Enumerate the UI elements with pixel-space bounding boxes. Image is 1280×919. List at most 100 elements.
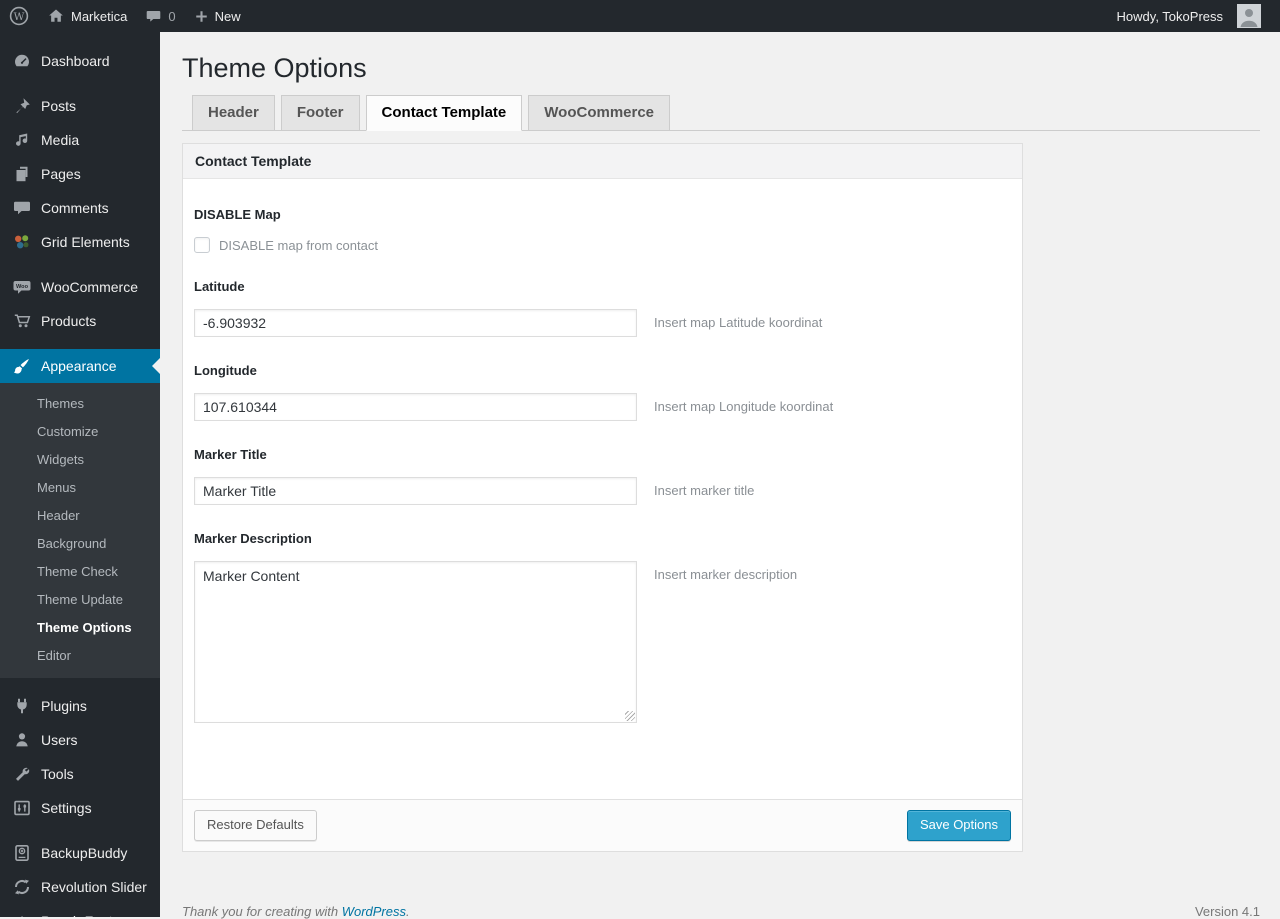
comment-bubble-icon xyxy=(145,8,162,25)
wordpress-logo-button[interactable]: W xyxy=(0,0,38,32)
menu-item-label: Tools xyxy=(41,766,74,782)
dashboard-icon xyxy=(12,51,32,71)
new-content-button[interactable]: New xyxy=(185,0,250,32)
sidebar-item-comments[interactable]: Comments xyxy=(0,191,160,225)
home-icon xyxy=(47,7,65,25)
menu-separator xyxy=(0,338,160,349)
sidebar-item-punch-fonts[interactable]: A Punch Fonts xyxy=(0,904,160,917)
menu-separator xyxy=(0,825,160,836)
field-marker-title: Marker Title Insert marker title xyxy=(194,447,1010,506)
submenu-item-customize[interactable]: Customize xyxy=(0,418,160,446)
sidebar-item-products[interactable]: Products xyxy=(0,304,160,338)
sidebar-item-media[interactable]: Media xyxy=(0,123,160,157)
menu-item-label: Comments xyxy=(41,200,109,216)
tab-contact-template[interactable]: Contact Template xyxy=(365,95,523,132)
tools-icon xyxy=(12,764,32,784)
sidebar-item-revolution-slider[interactable]: Revolution Slider xyxy=(0,870,160,904)
marker-title-input[interactable] xyxy=(194,477,637,506)
resize-grip-icon[interactable] xyxy=(625,711,635,722)
submenu-item-header[interactable]: Header xyxy=(0,502,160,530)
pages-icon xyxy=(12,164,32,184)
sidebar-item-tools[interactable]: Tools xyxy=(0,757,160,791)
disable-map-checkbox[interactable] xyxy=(194,237,210,254)
admin-bar-right: Howdy, TokoPress xyxy=(1108,0,1270,32)
site-name-link[interactable]: Marketica xyxy=(38,0,136,32)
submenu-item-menus[interactable]: Menus xyxy=(0,474,160,502)
marker-description-textarea[interactable] xyxy=(194,561,637,724)
sidebar-item-pages[interactable]: Pages xyxy=(0,157,160,191)
field-label: Marker Title xyxy=(194,447,267,463)
field-hint: Insert map Latitude koordinat xyxy=(654,315,823,331)
main-content: Theme Options Header Footer Contact Templa… xyxy=(160,32,1280,919)
textarea-wrapper xyxy=(194,561,637,724)
restore-defaults-button[interactable]: Restore Defaults xyxy=(194,810,317,841)
menu-item-label: Users xyxy=(41,732,78,748)
svg-text:Woo: Woo xyxy=(16,284,29,290)
fonts-icon: A xyxy=(12,911,32,917)
latitude-input[interactable] xyxy=(194,309,637,338)
sidebar-item-plugins[interactable]: Plugins xyxy=(0,689,160,723)
submenu-item-widgets[interactable]: Widgets xyxy=(0,446,160,474)
field-hint: Insert marker title xyxy=(654,483,755,499)
comments-shortcut[interactable]: 0 xyxy=(136,0,184,32)
svg-text:W: W xyxy=(14,11,25,23)
sidebar-item-backupbuddy[interactable]: BackupBuddy xyxy=(0,836,160,870)
field-control-row: Insert marker description xyxy=(194,561,1010,724)
sidebar-item-appearance[interactable]: Appearance xyxy=(0,349,160,383)
panel-header: Contact Template xyxy=(183,144,1022,180)
sidebar-item-posts[interactable]: Posts xyxy=(0,89,160,123)
users-icon xyxy=(12,730,32,750)
menu-item-label: Appearance xyxy=(41,358,117,374)
sidebar: Dashboard Posts Media Pages Comments Grid Ele… xyxy=(0,32,160,917)
panel-footer: Restore Defaults Save Options xyxy=(183,799,1022,851)
field-hint: Insert marker description xyxy=(654,567,798,583)
woocommerce-icon: Woo xyxy=(12,277,32,297)
menu-item-label: Products xyxy=(41,313,97,329)
menu-item-label: Plugins xyxy=(41,698,87,714)
pushpin-icon xyxy=(12,96,32,116)
sidebar-item-users[interactable]: Users xyxy=(0,723,160,757)
tab-woocommerce[interactable]: WooCommerce xyxy=(528,95,671,132)
menu-item-label: Punch Fonts xyxy=(41,913,120,917)
grid-elements-icon xyxy=(12,232,32,252)
submenu-item-background[interactable]: Background xyxy=(0,530,160,558)
submenu-item-theme-check[interactable]: Theme Check xyxy=(0,558,160,586)
account-menu[interactable]: Howdy, TokoPress xyxy=(1108,0,1270,32)
sidebar-item-grid-elements[interactable]: Grid Elements xyxy=(0,225,160,259)
longitude-input[interactable] xyxy=(194,393,637,422)
field-control-row: Insert map Latitude koordinat xyxy=(194,309,1010,338)
field-label: Latitude xyxy=(194,279,245,295)
plugin-icon xyxy=(12,696,32,716)
tab-footer[interactable]: Footer xyxy=(280,95,360,132)
page-title: Theme Options xyxy=(182,53,367,83)
submenu-item-themes[interactable]: Themes xyxy=(0,390,160,418)
field-control-row: Insert marker title xyxy=(194,477,1010,506)
field-disable-map: DISABLE Map DISABLE map from contact xyxy=(194,207,1010,254)
comment-count: 0 xyxy=(168,8,176,24)
menu-item-label: Settings xyxy=(41,800,92,816)
sidebar-item-settings[interactable]: Settings xyxy=(0,791,160,825)
backup-icon xyxy=(12,843,32,863)
field-label: DISABLE Map xyxy=(194,207,281,223)
field-hint: Insert map Longitude koordinat xyxy=(654,399,834,415)
plus-icon xyxy=(194,9,209,24)
admin-bar: W Marketica 0 New Howdy, TokoPress xyxy=(0,0,1280,32)
new-label: New xyxy=(214,8,241,24)
sidebar-item-dashboard[interactable]: Dashboard xyxy=(0,44,160,78)
cart-icon xyxy=(12,311,32,331)
save-options-button[interactable]: Save Options xyxy=(906,810,1011,841)
submenu-item-theme-update[interactable]: Theme Update xyxy=(0,586,160,614)
sidebar-menu: Dashboard Posts Media Pages Comments Grid Ele… xyxy=(0,44,160,917)
field-marker-description: Marker Description Insert marker descript… xyxy=(194,531,1010,724)
admin-bar-left: W Marketica 0 New xyxy=(0,0,250,32)
site-name-label: Marketica xyxy=(71,8,128,24)
submenu-item-editor[interactable]: Editor xyxy=(0,642,160,670)
sidebar-item-woocommerce[interactable]: Woo WooCommerce xyxy=(0,270,160,304)
field-control-row: DISABLE map from contact xyxy=(194,237,1010,254)
panel-body: DISABLE Map DISABLE map from contact Latit… xyxy=(183,179,1022,799)
submenu-item-theme-options[interactable]: Theme Options xyxy=(0,614,160,642)
howdy-label: Howdy, TokoPress xyxy=(1116,8,1223,24)
media-icon xyxy=(12,130,32,150)
tab-header[interactable]: Header xyxy=(192,95,275,132)
field-control-row: Insert map Longitude koordinat xyxy=(194,393,1010,422)
